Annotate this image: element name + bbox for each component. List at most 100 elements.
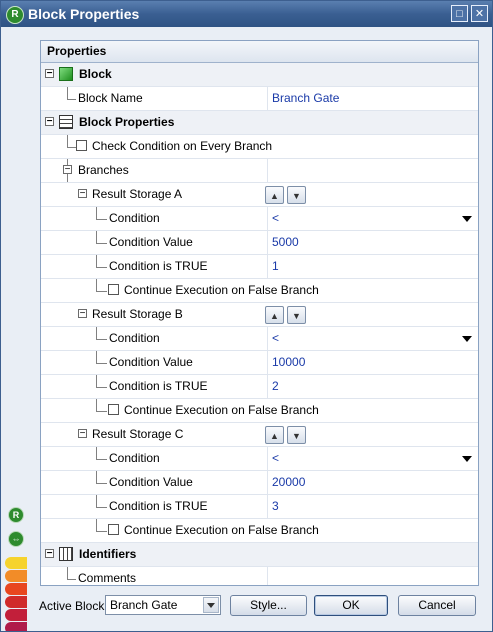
tree-connector <box>96 399 107 412</box>
check-condition-row: Check Condition on Every Branch <box>41 135 478 159</box>
chevron-down-icon[interactable] <box>462 456 472 462</box>
tree-connector <box>67 135 76 148</box>
collapse-icon[interactable]: − <box>45 117 54 127</box>
comments-row: Comments <box>41 567 478 585</box>
active-block-select[interactable]: Branch Gate <box>105 595 221 615</box>
section-label: Identifiers <box>79 547 137 561</box>
move-down-icon[interactable]: ▼ <box>287 426 306 444</box>
move-up-icon[interactable]: ▲ <box>265 426 284 444</box>
continue-execution-checkbox[interactable] <box>108 284 119 295</box>
branch-header-row: − Result Storage A ▲ ▼ <box>41 183 478 207</box>
condition-value-field[interactable]: 20000 <box>267 471 478 494</box>
branch-header-row: − Result Storage C ▲ ▼ <box>41 423 478 447</box>
collapse-icon[interactable]: − <box>78 189 87 199</box>
collapse-icon[interactable]: − <box>78 429 87 439</box>
continue-execution-row: Continue Execution on False Branch <box>41 399 478 423</box>
block-name-value[interactable]: Branch Gate <box>267 87 478 110</box>
branch-move-buttons: ▲ ▼ <box>265 186 309 206</box>
title-bar[interactable]: R Block Properties □ ✕ <box>1 1 492 27</box>
comments-field[interactable] <box>267 567 478 585</box>
sidebar-app-icon[interactable]: R <box>8 507 24 523</box>
move-down-icon[interactable]: ▼ <box>287 186 306 204</box>
condition-true-field[interactable]: 1 <box>267 255 478 278</box>
chevron-down-icon[interactable] <box>203 597 219 613</box>
condition-value-label: Condition Value <box>109 235 193 249</box>
continue-execution-row: Continue Execution on False Branch <box>41 279 478 303</box>
condition-dropdown[interactable]: < <box>267 447 478 470</box>
branches-value <box>267 159 478 182</box>
tree-connector <box>96 519 107 532</box>
collapse-icon[interactable]: − <box>45 69 54 79</box>
condition-label: Condition <box>109 211 160 225</box>
block-properties-icon <box>59 115 73 129</box>
properties-grid: Properties − Block Block Name Branch Gat… <box>40 40 479 586</box>
tree-connector <box>67 87 76 100</box>
branches-row: − Branches <box>41 159 478 183</box>
condition-label: Condition <box>109 331 160 345</box>
ok-button[interactable]: OK <box>314 595 388 616</box>
branches-label: Branches <box>78 163 129 177</box>
condition-true-field[interactable]: 2 <box>267 375 478 398</box>
sidebar-navigate-icon[interactable]: ⇔ <box>8 531 24 547</box>
block-name-label: Block Name <box>78 91 143 105</box>
continue-execution-label: Continue Execution on False Branch <box>124 523 319 537</box>
condition-dropdown[interactable]: < <box>267 327 478 350</box>
tree-connector <box>96 351 107 364</box>
collapse-icon[interactable]: − <box>63 165 72 175</box>
condition-value-row: Condition Value 5000 <box>41 231 478 255</box>
cancel-button[interactable]: Cancel <box>398 595 476 616</box>
branch-move-buttons: ▲ ▼ <box>265 306 309 326</box>
dialog-footer: Active Block Branch Gate Style... OK Can… <box>1 591 492 631</box>
tree-connector <box>96 327 107 340</box>
condition-true-row: Condition is TRUE 2 <box>41 375 478 399</box>
branch-title: Result Storage B <box>92 307 183 321</box>
continue-execution-label: Continue Execution on False Branch <box>124 403 319 417</box>
tree-connector <box>96 471 107 484</box>
window-title: Block Properties <box>28 6 140 22</box>
identifiers-icon <box>59 547 73 561</box>
continue-execution-row: Continue Execution on False Branch <box>41 519 478 543</box>
comments-label: Comments <box>78 571 137 585</box>
maximize-icon[interactable]: □ <box>451 5 468 22</box>
branch-header-row: − Result Storage B ▲ ▼ <box>41 303 478 327</box>
active-block-value: Branch Gate <box>110 598 178 612</box>
section-block[interactable]: − Block <box>41 63 478 87</box>
condition-row: Condition < <box>41 207 478 231</box>
left-sidebar: R ⇔ <box>1 27 31 631</box>
branch-move-buttons: ▲ ▼ <box>265 426 309 446</box>
condition-value-row: Condition Value 20000 <box>41 471 478 495</box>
condition-value-field[interactable]: 10000 <box>267 351 478 374</box>
tree-connector <box>96 207 107 220</box>
condition-true-row: Condition is TRUE 3 <box>41 495 478 519</box>
move-down-icon[interactable]: ▼ <box>287 306 306 324</box>
app-logo-icon: R <box>6 6 24 24</box>
move-up-icon[interactable]: ▲ <box>265 306 284 324</box>
active-block-label: Active Block <box>39 599 105 613</box>
section-label: Block Properties <box>79 115 175 129</box>
tree-connector <box>96 255 107 268</box>
condition-true-label: Condition is TRUE <box>109 499 208 513</box>
continue-execution-checkbox[interactable] <box>108 524 119 535</box>
chevron-down-icon[interactable] <box>462 216 472 222</box>
condition-row: Condition < <box>41 327 478 351</box>
condition-true-field[interactable]: 3 <box>267 495 478 518</box>
section-identifiers[interactable]: − Identifiers <box>41 543 478 567</box>
properties-header: Properties <box>41 41 478 63</box>
check-condition-checkbox[interactable] <box>76 140 87 151</box>
condition-value-row: Condition Value 10000 <box>41 351 478 375</box>
condition-dropdown[interactable]: < <box>267 207 478 230</box>
section-block-properties[interactable]: − Block Properties <box>41 111 478 135</box>
collapse-icon[interactable]: − <box>78 309 87 319</box>
condition-value-field[interactable]: 5000 <box>267 231 478 254</box>
style-button[interactable]: Style... <box>230 595 307 616</box>
condition-true-row: Condition is TRUE 1 <box>41 255 478 279</box>
condition-label: Condition <box>109 451 160 465</box>
condition-true-label: Condition is TRUE <box>109 379 208 393</box>
chevron-down-icon[interactable] <box>462 336 472 342</box>
move-up-icon[interactable]: ▲ <box>265 186 284 204</box>
close-icon[interactable]: ✕ <box>471 5 488 22</box>
collapse-icon[interactable]: − <box>45 549 54 559</box>
condition-row: Condition < <box>41 447 478 471</box>
tree-connector <box>96 495 107 508</box>
continue-execution-checkbox[interactable] <box>108 404 119 415</box>
